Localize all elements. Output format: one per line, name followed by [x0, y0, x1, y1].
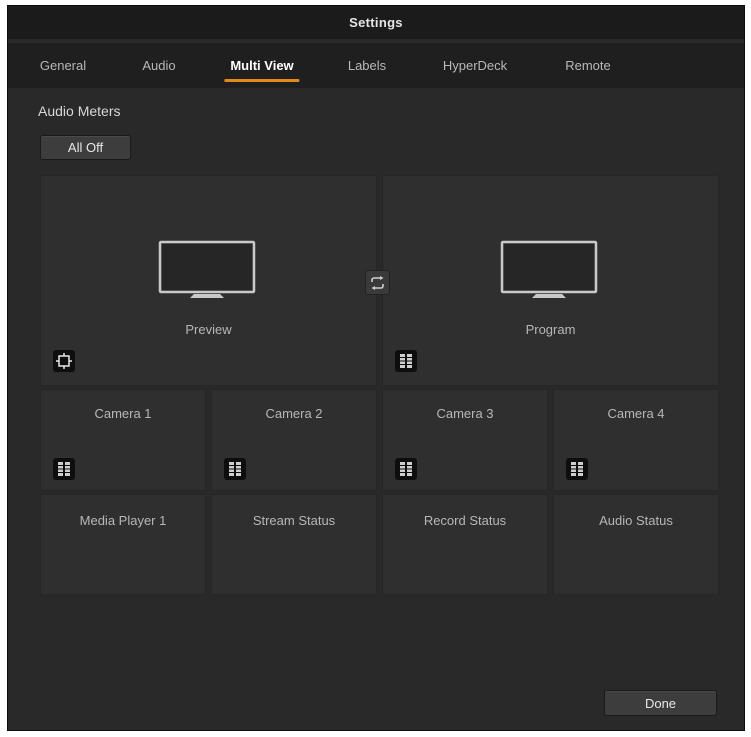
done-button[interactable]: Done	[604, 690, 717, 716]
tab-remote[interactable]: Remote	[565, 43, 611, 88]
swap-icon[interactable]	[365, 270, 390, 295]
tab-hyperdeck[interactable]: HyperDeck	[443, 43, 507, 88]
camera-1-label: Camera 1	[94, 406, 152, 421]
multiview-layout: Preview Program Camera 1 Camera 2 Camera…	[40, 175, 719, 595]
audio-meters-label: Audio Meters	[38, 103, 121, 119]
record-status-label: Record Status	[423, 513, 507, 528]
tab-multi-view[interactable]: Multi View	[224, 43, 301, 88]
multiview-record-status[interactable]: Record Status	[382, 494, 548, 595]
multiview-audio-status[interactable]: Audio Status	[553, 494, 719, 595]
multiview-camera-3[interactable]: Camera 3	[382, 389, 548, 491]
stream-status-label: Stream Status	[252, 513, 336, 528]
multiview-preview-window[interactable]: Preview	[40, 175, 377, 386]
audio-meter-icon[interactable]	[566, 458, 588, 480]
camera-2-label: Camera 2	[265, 406, 323, 421]
tab-labels[interactable]: Labels	[348, 43, 386, 88]
multiview-camera-2[interactable]: Camera 2	[211, 389, 377, 491]
window-title: Settings	[8, 6, 744, 39]
tab-audio[interactable]: Audio	[142, 43, 175, 88]
multiview-camera-4[interactable]: Camera 4	[553, 389, 719, 491]
multiview-program-window[interactable]: Program	[382, 175, 719, 386]
audio-meter-icon[interactable]	[395, 458, 417, 480]
audio-status-label: Audio Status	[599, 513, 673, 528]
monitor-icon	[500, 240, 598, 298]
camera-3-label: Camera 3	[436, 406, 494, 421]
audio-meter-icon[interactable]	[53, 458, 75, 480]
media-player-1-label: Media Player 1	[79, 513, 167, 528]
audio-meter-icon[interactable]	[224, 458, 246, 480]
multiview-media-player-1[interactable]: Media Player 1	[40, 494, 206, 595]
settings-window: Settings General Audio Multi View Labels…	[7, 5, 745, 731]
camera-4-label: Camera 4	[607, 406, 665, 421]
tab-bar: General Audio Multi View Labels HyperDec…	[8, 43, 744, 88]
preview-label: Preview	[185, 322, 232, 337]
audio-meter-icon[interactable]	[395, 350, 417, 372]
all-off-button[interactable]: All Off	[40, 135, 131, 160]
multiview-camera-1[interactable]: Camera 1	[40, 389, 206, 491]
tab-general[interactable]: General	[40, 43, 86, 88]
safe-area-icon[interactable]	[53, 350, 75, 372]
multiview-stream-status[interactable]: Stream Status	[211, 494, 377, 595]
program-label: Program	[525, 322, 576, 337]
monitor-icon	[158, 240, 256, 298]
